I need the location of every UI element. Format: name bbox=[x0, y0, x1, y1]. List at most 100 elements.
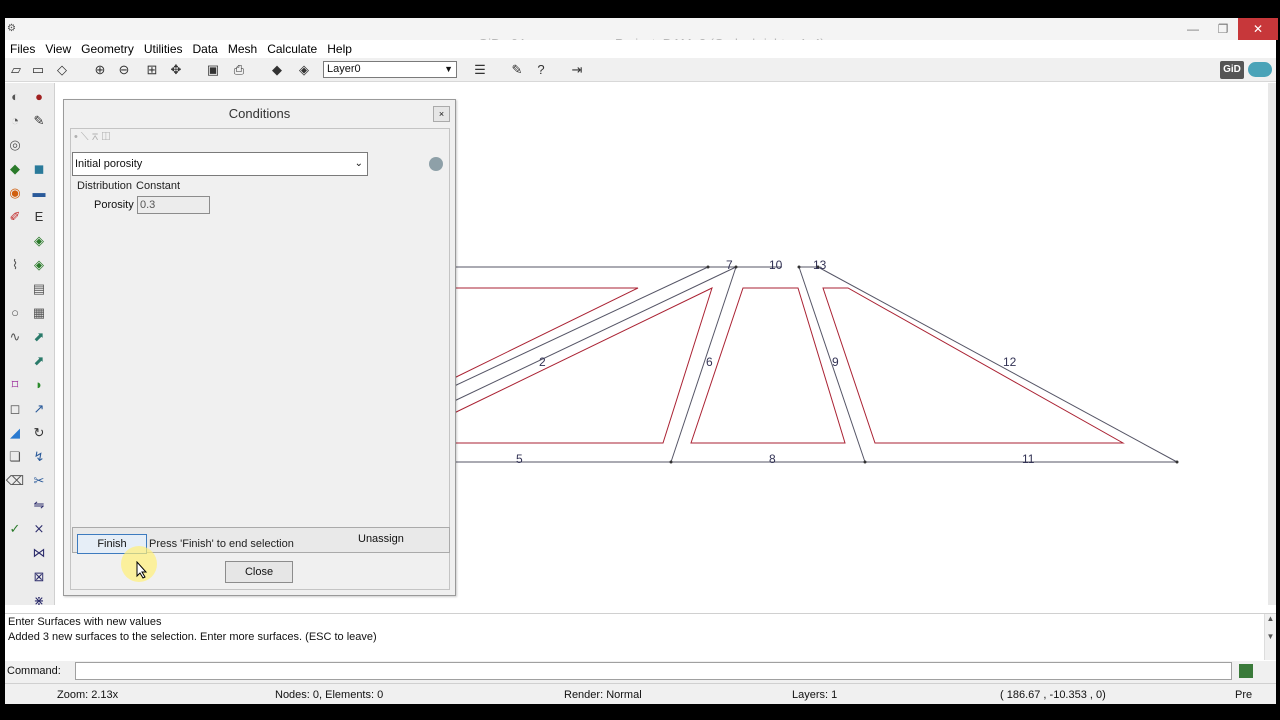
toggle-icon[interactable] bbox=[1248, 62, 1272, 77]
condition-info-icon[interactable] bbox=[429, 157, 443, 171]
menu-files[interactable]: Files bbox=[5, 40, 40, 58]
line-icon[interactable]: ◔ bbox=[5, 111, 25, 131]
status-zoom: Zoom: 2.13x bbox=[57, 689, 119, 701]
status-bar: Zoom: 2.13x Nodes: 0, Elements: 0 Render… bbox=[5, 683, 1276, 704]
arrow-up-icon[interactable]: ⬈ bbox=[29, 327, 49, 347]
arrow-diag-icon[interactable]: ↗ bbox=[29, 399, 49, 419]
gid-logo: GiD bbox=[1220, 61, 1244, 79]
condition-select[interactable]: Initial porosity ⌄ bbox=[72, 152, 368, 176]
material-icon[interactable]: ▬ bbox=[29, 183, 49, 203]
zoom-out-icon[interactable]: ⊖ bbox=[115, 61, 133, 79]
unassign-button[interactable]: Unassign bbox=[358, 533, 404, 545]
surface-icon[interactable]: ◆ bbox=[5, 159, 25, 179]
command-input[interactable] bbox=[75, 662, 1232, 680]
layer-select[interactable]: Layer0 ▼ bbox=[323, 61, 457, 78]
menu-help[interactable]: Help bbox=[322, 40, 357, 58]
exit-icon[interactable]: ⇥ bbox=[568, 61, 586, 79]
volume-icon[interactable]: ◼ bbox=[29, 159, 49, 179]
curve-icon[interactable]: ⌇ bbox=[5, 255, 25, 275]
status-mode: Pre bbox=[1235, 689, 1253, 701]
layer-stack-green-icon[interactable]: ◈ bbox=[29, 255, 49, 275]
dot-icon[interactable]: ● bbox=[29, 87, 49, 107]
render-icon[interactable]: ◆ bbox=[268, 61, 286, 79]
slope-line-2 bbox=[449, 266, 709, 389]
menu-geometry[interactable]: Geometry bbox=[76, 40, 139, 58]
geom-label-10: 10 bbox=[769, 258, 783, 272]
grid-icon[interactable]: ▦ bbox=[29, 303, 49, 323]
menu-data[interactable]: Data bbox=[188, 40, 223, 58]
lines-icon[interactable]: ⋇ bbox=[29, 591, 49, 611]
status-render: Render: Normal bbox=[564, 689, 642, 701]
new-file-icon[interactable]: ▱ bbox=[7, 61, 25, 79]
sweep-icon[interactable]: ◗ bbox=[29, 375, 49, 395]
move-icon[interactable]: ↯ bbox=[29, 447, 49, 467]
mesh-icon[interactable]: ⌑ bbox=[5, 375, 25, 395]
open-folder-icon[interactable]: ▭ bbox=[29, 61, 47, 79]
conditions-close-x-button[interactable]: × bbox=[433, 106, 450, 122]
left-tool-palette: ◐ ● ◔ ✎ ◎ ◆ ◼ ◉ ▬ ✐ Ε ◈ ◈ ⌇ ▤ ○ ▦ ∿ ⬈ ⬈ … bbox=[5, 83, 55, 608]
title-bar: ⚙ GiD x64Project: DAM_2 (Code_bright_v4_… bbox=[5, 18, 1278, 51]
scissors-icon[interactable]: ✂ bbox=[29, 471, 49, 491]
arc-icon[interactable]: ◎ bbox=[5, 135, 25, 155]
layer-stack-icon[interactable]: ☰ bbox=[471, 61, 489, 79]
collapse-icon[interactable]: ⊠ bbox=[29, 567, 49, 587]
divide-icon[interactable]: ⋈ bbox=[29, 543, 49, 563]
copy-icon[interactable]: ❏ bbox=[5, 447, 25, 467]
condition-icon[interactable]: ◉ bbox=[5, 183, 25, 203]
zoom-frame-icon[interactable]: ⊞ bbox=[143, 61, 161, 79]
volume-condition-icon[interactable]: ◫ bbox=[101, 131, 110, 143]
status-nodes: Nodes: 0, Elements: 0 bbox=[275, 689, 384, 701]
fill-icon[interactable]: ◢ bbox=[5, 423, 25, 443]
rotate-icon[interactable]: ↻ bbox=[29, 423, 49, 443]
check-icon[interactable]: ✓ bbox=[5, 519, 25, 539]
extrude-icon[interactable]: ⬈ bbox=[29, 351, 49, 371]
menu-mesh[interactable]: Mesh bbox=[223, 40, 262, 58]
layer-green-icon[interactable]: ◈ bbox=[29, 231, 49, 251]
point-condition-icon[interactable]: • bbox=[74, 131, 78, 143]
pan-icon[interactable]: ✥ bbox=[167, 61, 185, 79]
zoom-in-icon[interactable]: ⊕ bbox=[91, 61, 109, 79]
camera-icon[interactable]: ▣ bbox=[204, 61, 222, 79]
text-icon[interactable]: Ε bbox=[29, 207, 49, 227]
command-bar: Command: bbox=[5, 661, 1276, 683]
gid-window: ⚙ GiD x64Project: DAM_2 (Code_bright_v4_… bbox=[5, 18, 1278, 704]
message-area: Enter Surfaces with new values Added 3 n… bbox=[5, 613, 1276, 660]
conditions-dialog: Conditions × • ⟍ ⊼ ◫ Initial porosity ⌄ … bbox=[63, 99, 456, 596]
hatch-icon[interactable]: ▤ bbox=[29, 279, 49, 299]
loop-icon[interactable]: ○ bbox=[5, 303, 25, 323]
surface-condition-icon[interactable]: ⊼ bbox=[92, 131, 99, 143]
point-icon[interactable]: ◐ bbox=[5, 87, 25, 107]
help-icon[interactable]: ? bbox=[532, 61, 550, 79]
chevron-down-icon: ▼ bbox=[444, 64, 453, 74]
line-condition-icon[interactable]: ⟍ bbox=[81, 131, 89, 143]
menu-view[interactable]: View bbox=[40, 40, 76, 58]
geom-label-13: 13 bbox=[813, 258, 827, 272]
print-icon[interactable]: ⎙ bbox=[230, 61, 248, 79]
porosity-field[interactable]: 0.3 bbox=[137, 196, 210, 214]
save-icon[interactable]: ◇ bbox=[53, 61, 71, 79]
geom-label-2: 2 bbox=[539, 355, 546, 369]
mirror-icon[interactable]: ⇋ bbox=[29, 495, 49, 515]
surface-red-middle bbox=[690, 287, 846, 444]
status-coordinates: ( 186.67 , -10.353 , 0) bbox=[1000, 689, 1106, 701]
box-icon[interactable]: ◻ bbox=[5, 399, 25, 419]
menu-utilities[interactable]: Utilities bbox=[139, 40, 188, 58]
edit-icon[interactable]: ✎ bbox=[29, 111, 49, 131]
command-run-icon[interactable] bbox=[1239, 664, 1253, 678]
layers-icon[interactable]: ◈ bbox=[295, 61, 313, 79]
spline-icon[interactable]: ∿ bbox=[5, 327, 25, 347]
pencil-icon[interactable]: ✐ bbox=[5, 207, 25, 227]
canvas-scrollbar[interactable] bbox=[1268, 83, 1276, 605]
minimize-button[interactable]: — bbox=[1178, 18, 1208, 40]
message-scrollbar[interactable]: ▲ ▼ bbox=[1264, 614, 1276, 660]
geom-label-12: 12 bbox=[1003, 355, 1017, 369]
tools-icon[interactable]: ✎ bbox=[508, 61, 526, 79]
close-window-button[interactable]: ✕ bbox=[1238, 18, 1278, 40]
restore-button[interactable]: ❐ bbox=[1208, 18, 1238, 40]
close-button[interactable]: Close bbox=[225, 561, 293, 583]
intersect-icon[interactable]: ⨯ bbox=[29, 519, 49, 539]
menu-calculate[interactable]: Calculate bbox=[262, 40, 322, 58]
geom-label-6: 6 bbox=[706, 355, 713, 369]
conditions-panel: • ⟍ ⊼ ◫ Initial porosity ⌄ Distribution C… bbox=[70, 128, 450, 590]
delete-icon[interactable]: ⌫ bbox=[5, 471, 25, 491]
